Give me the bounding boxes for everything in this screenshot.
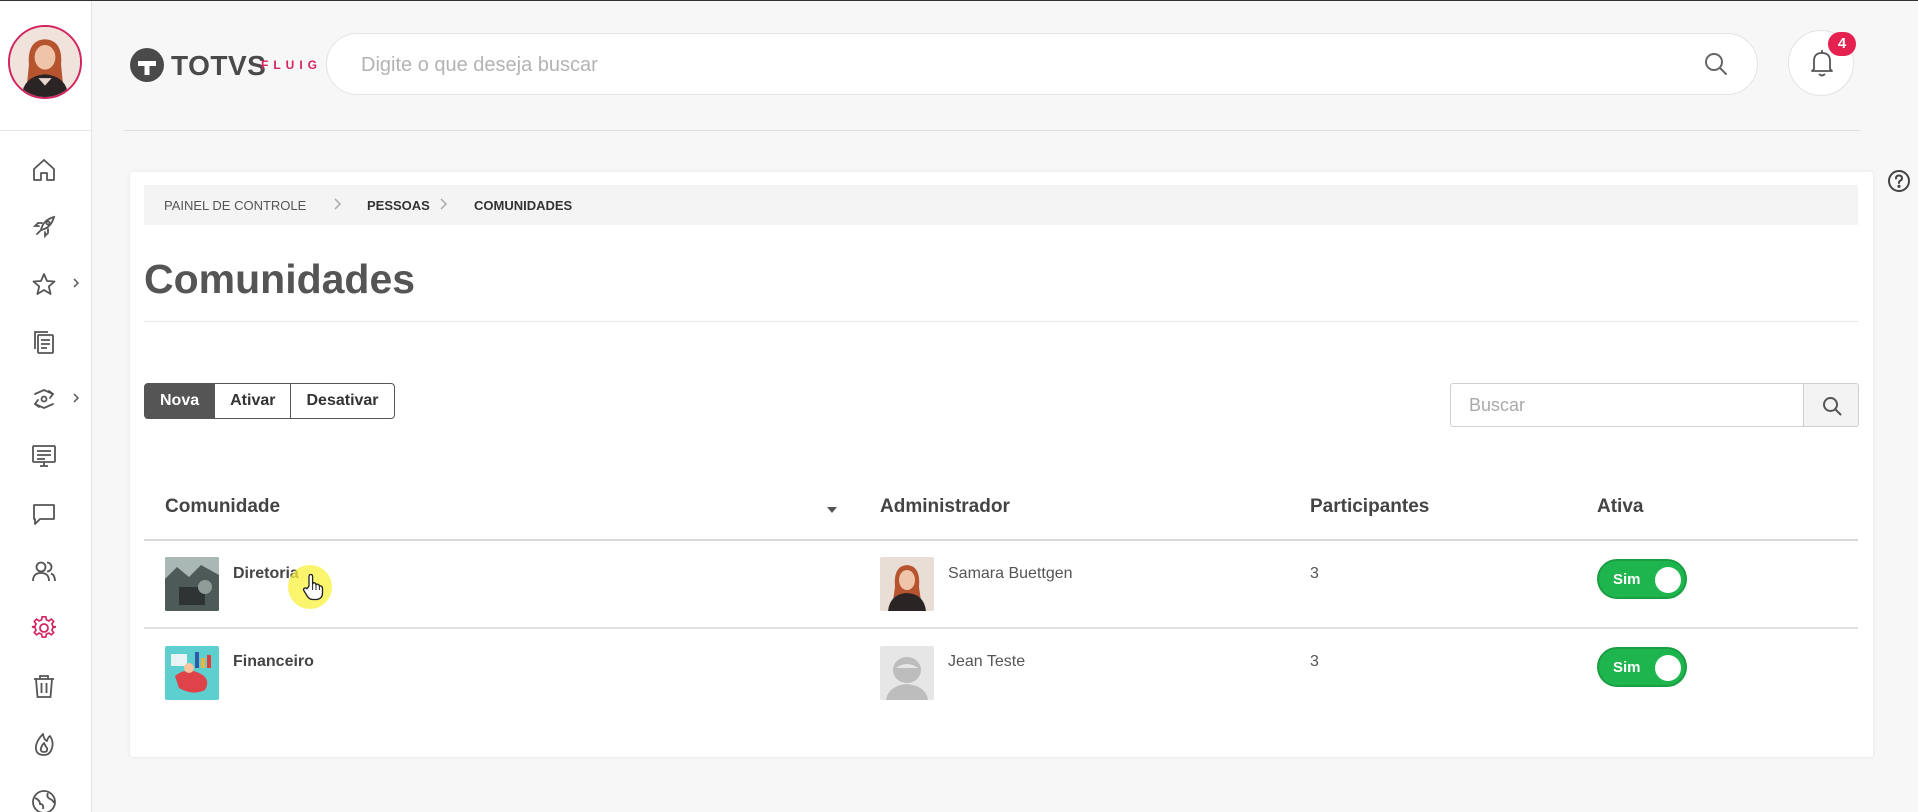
- sidebar-item-presentation[interactable]: [0, 433, 91, 477]
- table-search: [1450, 383, 1859, 427]
- header-divider: [124, 130, 1860, 131]
- sidebar-item-documents[interactable]: [0, 319, 91, 363]
- avatar-photo: [10, 27, 80, 97]
- active-toggle[interactable]: Sim: [1597, 559, 1687, 599]
- community-thumbnail[interactable]: [165, 557, 219, 611]
- breadcrumb-item-painel[interactable]: PAINEL DE CONTROLE: [164, 198, 306, 213]
- admin-name: Samara Buettgen: [948, 565, 1073, 582]
- chat-icon: [33, 504, 55, 525]
- window-top-border: [0, 0, 1918, 1]
- bell-icon: [1811, 50, 1833, 77]
- action-button-group: Nova Ativar Desativar: [144, 383, 395, 419]
- search-icon: [1823, 397, 1842, 416]
- sidebar-item-favorites[interactable]: [0, 261, 91, 305]
- star-icon: [32, 273, 56, 295]
- gear-icon: [31, 616, 57, 638]
- chevron-right-icon: [73, 278, 80, 288]
- sidebar-item-fire[interactable]: [0, 721, 91, 765]
- user-avatar[interactable]: [8, 25, 82, 99]
- monitor-icon: [32, 445, 56, 467]
- sidebar-item-processes[interactable]: [0, 376, 91, 420]
- rocket-icon: [32, 215, 56, 239]
- sort-desc-icon[interactable]: [826, 506, 838, 514]
- active-toggle[interactable]: Sim: [1597, 647, 1687, 687]
- toggle-knob: [1655, 567, 1681, 593]
- sidebar-item-people[interactable]: [0, 548, 91, 592]
- chevron-right-icon: [440, 198, 448, 210]
- toggle-knob: [1655, 655, 1681, 681]
- community-thumbnail[interactable]: [165, 646, 219, 700]
- admin-avatar: [880, 557, 934, 611]
- page-title: Comunidades: [144, 256, 416, 302]
- breadcrumb: PAINEL DE CONTROLE PESSOAS COMUNIDADES: [144, 185, 1858, 225]
- help-icon[interactable]: [1887, 169, 1911, 193]
- toggle-label: Sim: [1613, 659, 1641, 676]
- trash-icon: [34, 675, 54, 698]
- totvs-fluig-logo[interactable]: TOTVS FLUIG: [128, 46, 323, 84]
- participants-count: 3: [1310, 565, 1319, 582]
- admin-avatar: [880, 646, 934, 700]
- column-header-community[interactable]: Comunidade: [165, 496, 280, 518]
- fire-icon: [35, 733, 54, 756]
- column-header-participants[interactable]: Participantes: [1310, 496, 1429, 518]
- community-photo-financeiro: [165, 646, 219, 700]
- chevron-right-icon: [334, 198, 342, 210]
- row-divider: [144, 627, 1858, 629]
- people-icon: [32, 561, 56, 582]
- search-icon[interactable]: [1703, 51, 1729, 77]
- globe-icon: [32, 790, 56, 812]
- notification-count-badge: 4: [1828, 32, 1856, 56]
- table-search-input[interactable]: [1450, 383, 1804, 427]
- sidebar-item-settings[interactable]: [0, 605, 91, 649]
- documents-icon: [34, 331, 54, 354]
- sidebar-divider: [0, 130, 91, 131]
- toggle-label: Sim: [1613, 571, 1641, 588]
- table-search-button[interactable]: [1803, 383, 1859, 427]
- breadcrumb-item-pessoas[interactable]: PESSOAS: [367, 198, 430, 213]
- processes-icon: [33, 389, 55, 409]
- default-avatar-icon: [880, 646, 934, 700]
- logo-subtext: FLUIG: [261, 58, 322, 72]
- activate-button[interactable]: Ativar: [214, 383, 292, 419]
- community-photo-diretoria: [165, 557, 219, 611]
- column-header-active[interactable]: Ativa: [1597, 496, 1643, 518]
- column-header-admin[interactable]: Administrador: [880, 496, 1010, 518]
- table-header-divider: [144, 539, 1858, 541]
- admin-name: Jean Teste: [948, 653, 1026, 670]
- sidebar-item-home[interactable]: [0, 147, 91, 191]
- sidebar-item-messages[interactable]: [0, 491, 91, 535]
- sidebar: [0, 1, 92, 812]
- admin-photo: [880, 557, 934, 611]
- global-search: [326, 33, 1758, 95]
- deactivate-button[interactable]: Desativar: [290, 383, 395, 419]
- hand-cursor-icon: [302, 573, 324, 601]
- breadcrumb-item-comunidades: COMUNIDADES: [474, 198, 573, 213]
- new-button[interactable]: Nova: [144, 383, 216, 419]
- title-divider: [144, 321, 1858, 322]
- participants-count: 3: [1310, 653, 1319, 670]
- community-name[interactable]: Financeiro: [233, 653, 314, 671]
- sidebar-item-trash[interactable]: [0, 663, 91, 707]
- sidebar-item-globe[interactable]: [0, 779, 91, 812]
- logo-text: TOTVS: [171, 50, 267, 81]
- chevron-right-icon: [73, 393, 80, 403]
- global-search-input[interactable]: [361, 48, 1661, 82]
- main-card: PAINEL DE CONTROLE PESSOAS COMUNIDADES C…: [130, 172, 1873, 757]
- sidebar-item-rocket[interactable]: [0, 204, 91, 248]
- home-icon: [33, 159, 55, 181]
